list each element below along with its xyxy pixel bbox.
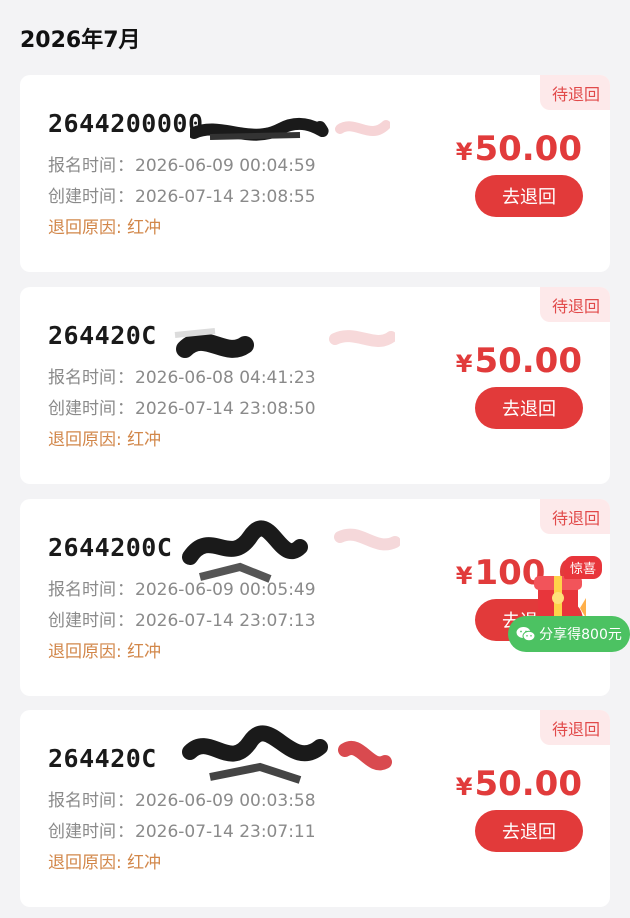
refund-amount: ¥50.00: [455, 764, 582, 804]
create-time-row: 创建时间：2026-07-14 23:08:50: [48, 399, 316, 419]
status-badge: 待退回: [539, 499, 610, 534]
return-button[interactable]: 去退回: [475, 175, 583, 217]
status-badge: 待退回: [539, 75, 610, 110]
refund-reason-row: 退回原因: 红冲: [48, 430, 162, 450]
refund-reason-value: 红冲: [127, 642, 162, 662]
redaction-scribble: [182, 725, 392, 784]
refund-reason-row: 退回原因: 红冲: [48, 218, 162, 238]
status-badge: 待退回: [539, 287, 610, 322]
refund-reason-row: 退回原因: 红冲: [48, 642, 162, 662]
create-time-value: 2026-07-14 23:07:13: [135, 611, 316, 631]
return-button[interactable]: 去退回: [475, 387, 583, 429]
refund-card[interactable]: 待退回 264420C 报名时间：2026-06-08 04:41:23 创建时…: [20, 287, 610, 484]
signup-time-value: 2026-06-09 00:04:59: [135, 156, 316, 176]
signup-time-row: 报名时间：2026-06-09 00:04:59: [48, 156, 316, 176]
refund-reason-value: 红冲: [127, 853, 162, 873]
signup-time-value: 2026-06-09 00:05:49: [135, 580, 316, 600]
share-earn-button[interactable]: 分享得800元: [508, 616, 630, 652]
signup-time-row: 报名时间：2026-06-09 00:03:58: [48, 791, 316, 811]
signup-time-value: 2026-06-08 04:41:23: [135, 368, 316, 388]
signup-time-value: 2026-06-09 00:03:58: [135, 791, 316, 811]
refund-card[interactable]: 待退回 264420C 报名时间：2026-06-09 00:03:58 创建时…: [20, 710, 610, 907]
order-number: 2644200000: [48, 109, 204, 138]
refund-card[interactable]: 待退回 2644200000 报名时间：2026-06-09 00:04:59 …: [20, 75, 610, 272]
create-time-value: 2026-07-14 23:08:55: [135, 187, 316, 207]
refund-reason-row: 退回原因: 红冲: [48, 853, 162, 873]
create-time-row: 创建时间：2026-07-14 23:07:11: [48, 822, 316, 842]
create-time-value: 2026-07-14 23:08:50: [135, 399, 316, 419]
redaction-scribble: [174, 328, 395, 358]
signup-time-row: 报名时间：2026-06-09 00:05:49: [48, 580, 316, 600]
refund-reason-value: 红冲: [127, 218, 162, 238]
return-button[interactable]: 去退回: [475, 810, 583, 852]
wechat-icon: [516, 627, 536, 642]
surprise-tag: 惊喜: [564, 556, 603, 579]
order-number: 2644200C: [48, 533, 173, 562]
redaction-scribble: [190, 117, 390, 141]
create-time-row: 创建时间：2026-07-14 23:07:13: [48, 611, 316, 631]
share-earn-label: 分享得800元: [539, 627, 622, 643]
status-badge: 待退回: [539, 710, 610, 745]
month-title: 2026年7月: [20, 28, 141, 53]
floating-share-promo[interactable]: 惊喜 分享得800元: [508, 554, 630, 654]
create-time-value: 2026-07-14 23:07:11: [135, 822, 316, 842]
create-time-row: 创建时间：2026-07-14 23:08:55: [48, 187, 316, 207]
order-number: 264420C: [48, 744, 157, 773]
refund-reason-value: 红冲: [127, 430, 162, 450]
order-number: 264420C: [48, 321, 157, 350]
refund-amount: ¥50.00: [455, 129, 582, 169]
refund-amount: ¥50.00: [455, 341, 582, 381]
signup-time-row: 报名时间：2026-06-08 04:41:23: [48, 368, 316, 388]
